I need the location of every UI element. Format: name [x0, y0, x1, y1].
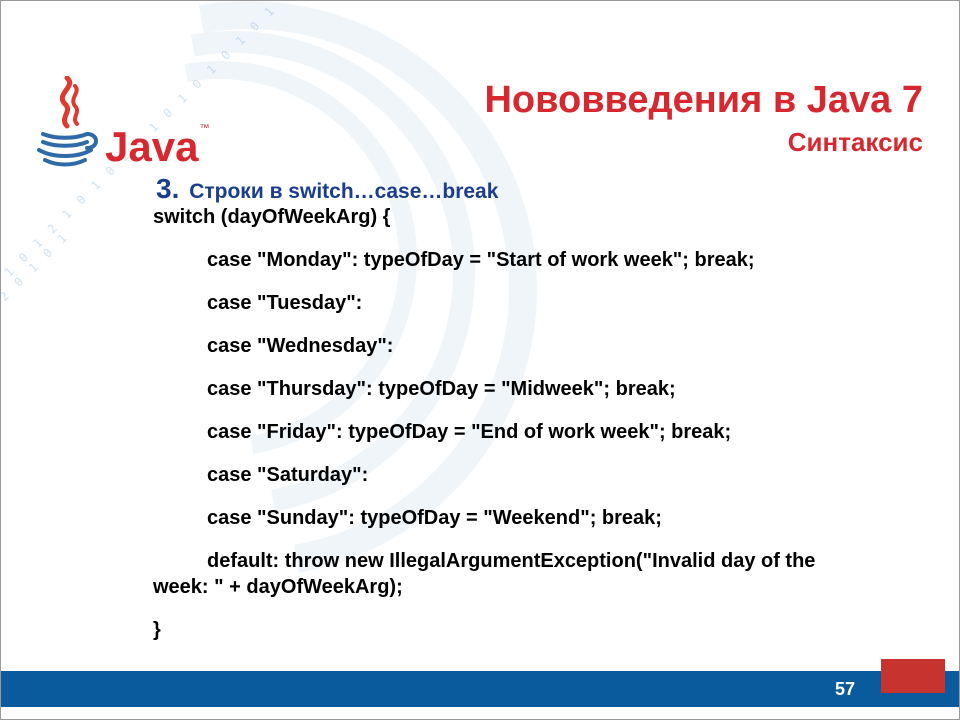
footer-accent — [881, 659, 945, 685]
code-line: case "Thursday": typeOfDay = "Midweek"; … — [153, 379, 933, 399]
footer-bar — [1, 671, 959, 707]
code-line: case "Friday": typeOfDay = "End of work … — [153, 422, 933, 442]
java-logo-text: Java™ — [101, 123, 209, 171]
logo-text: Java — [105, 123, 198, 170]
slide-title: Нововведения в Java 7 — [484, 79, 923, 122]
code-line: switch (dayOfWeekArg) { — [153, 207, 933, 227]
java-logo: Java™ — [29, 76, 209, 171]
code-line: week: " + dayOfWeekArg); — [153, 577, 933, 597]
code-line: case "Saturday": — [153, 465, 933, 485]
code-line: case "Wednesday": — [153, 336, 933, 356]
code-line: case "Sunday": typeOfDay = "Weekend"; br… — [153, 508, 933, 528]
code-block: switch (dayOfWeekArg) { case "Monday": t… — [153, 207, 933, 663]
page-number: 57 — [835, 679, 855, 700]
logo-tm: ™ — [199, 123, 209, 134]
slide: 0 1 0 1 2 1 0 1 0 2 0 1 0 1 0 1 0 1 0 1 … — [0, 0, 960, 720]
section-number: 3. — [156, 173, 179, 204]
code-line: case "Monday": typeOfDay = "Start of wor… — [153, 250, 933, 270]
section-title: Строки в switch…case…break — [189, 180, 498, 203]
section-heading: 3. Строки в switch…case…break — [156, 173, 936, 205]
java-cup-icon — [29, 76, 101, 171]
slide-subtitle: Синтаксис — [788, 127, 923, 158]
code-line: } — [153, 620, 933, 640]
code-line: case "Tuesday": — [153, 293, 933, 313]
code-line: default: throw new IllegalArgumentExcept… — [153, 551, 933, 571]
footer-accent-thin — [881, 685, 945, 693]
